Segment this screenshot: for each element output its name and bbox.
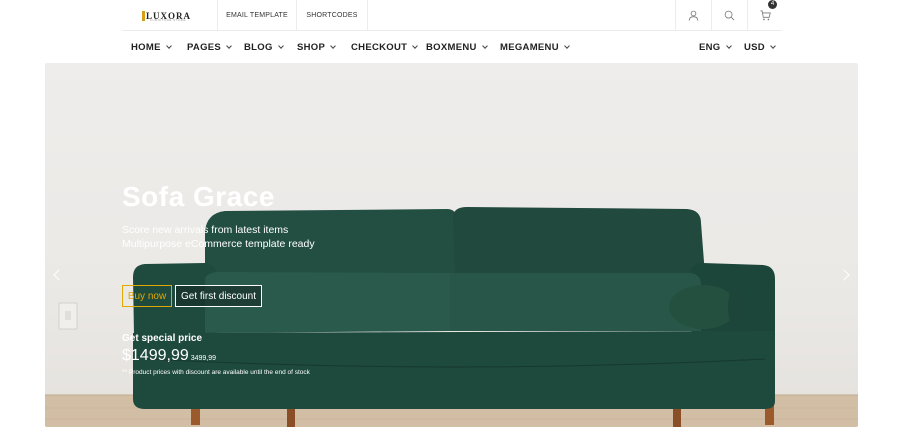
hero-subtitle-line: Score new arrivals from latest items (122, 224, 289, 236)
price-note: ** Product prices with discount are avai… (122, 369, 310, 376)
search-icon (724, 10, 735, 21)
chevron-down-icon (412, 43, 419, 49)
hero-title: Sofa Grace (122, 181, 275, 212)
chevron-down-icon (770, 43, 776, 49)
chevron-down-icon (564, 43, 570, 49)
chevron-down-icon (481, 43, 488, 49)
nav-label: BLOG (244, 42, 273, 53)
top-bar: LUXORA FURNITURE STORE EMAIL TEMPLATE SH… (122, 0, 782, 31)
nav-label: BOXMENU (426, 42, 477, 53)
nav-label: MEGAMENU (500, 42, 559, 53)
nav-label: CHECKOUT (351, 42, 408, 53)
hero-subtitle-line: Multipurpose eCommerce template ready (122, 238, 315, 250)
hero-slider: Sofa Grace Score new arrivals from lates… (45, 63, 858, 427)
buy-now-button[interactable]: Buy now (122, 285, 172, 307)
account-button[interactable] (675, 0, 711, 31)
current-price: $1499,99 (122, 347, 189, 364)
nav-item-checkout[interactable]: CHECKOUT (351, 42, 419, 53)
search-button[interactable] (711, 0, 747, 31)
cart-button[interactable]: 4 (747, 0, 783, 31)
logo-mark (142, 10, 145, 21)
currency-label: USD (744, 42, 765, 53)
shortcodes-link[interactable]: SHORTCODES (296, 0, 368, 31)
chevron-down-icon (226, 43, 232, 49)
user-icon (688, 10, 699, 21)
nav-label: PAGES (187, 42, 222, 53)
chevron-down-icon (165, 43, 172, 49)
brand-logo[interactable]: LUXORA FURNITURE STORE (142, 7, 191, 25)
main-nav: HOME PAGES BLOG SHOP CHECKOUT BOXMENU ME… (122, 32, 782, 63)
nav-label: SHOP (297, 42, 326, 53)
price-display: $1499,99 3499,99 (122, 347, 216, 365)
nav-item-megamenu[interactable]: MEGAMENU (500, 42, 570, 53)
nav-item-blog[interactable]: BLOG (244, 42, 284, 53)
nav-item-boxmenu[interactable]: BOXMENU (426, 42, 488, 53)
hero-subtitle: Score new arrivals from latest items Mul… (122, 223, 315, 251)
brand-tagline: FURNITURE STORE (150, 18, 186, 22)
language-selector[interactable]: ENG (699, 42, 732, 53)
nav-label: HOME (131, 42, 161, 53)
currency-selector[interactable]: USD (744, 42, 776, 53)
special-price-label: Get special price (122, 333, 203, 344)
old-price: 3499,99 (190, 355, 217, 362)
email-template-link[interactable]: EMAIL TEMPLATE (217, 0, 296, 31)
chevron-down-icon (277, 43, 284, 49)
nav-item-shop[interactable]: SHOP (297, 42, 336, 53)
cart-count-badge: 4 (768, 0, 777, 9)
cart-icon (760, 10, 771, 21)
language-label: ENG (699, 42, 721, 53)
nav-item-home[interactable]: HOME (131, 42, 172, 53)
get-discount-button[interactable]: Get first discount (175, 285, 262, 307)
nav-item-pages[interactable]: PAGES (187, 42, 232, 53)
chevron-down-icon (330, 43, 336, 49)
chevron-down-icon (725, 43, 732, 49)
